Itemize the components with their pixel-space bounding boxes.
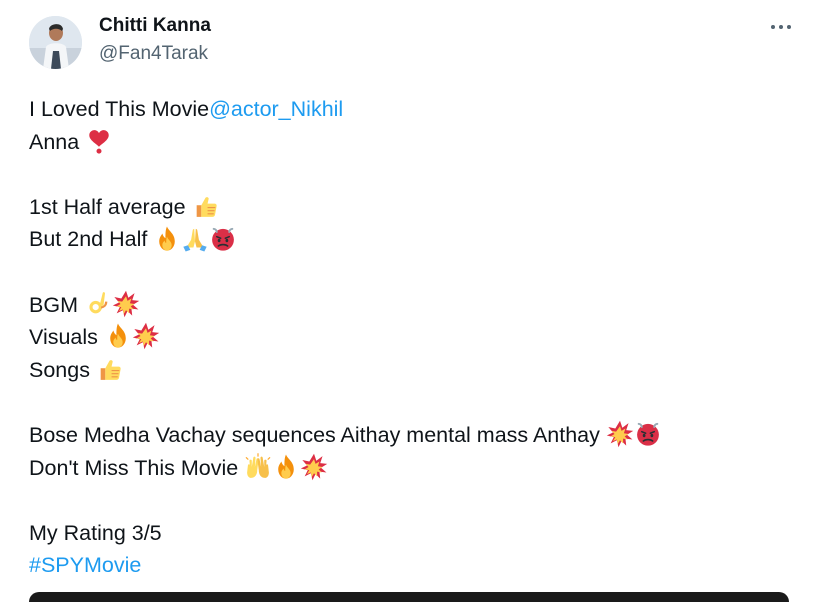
tweet-line: Anna: [29, 126, 789, 159]
tweet-line: Visuals: [29, 321, 789, 354]
text-segment: Anna: [29, 129, 80, 154]
tweet-line: My Rating 3/5: [29, 517, 789, 550]
collision-icon: [606, 420, 634, 448]
thumbs-up-icon: [192, 192, 220, 220]
text-segment: BGM: [29, 292, 78, 317]
tweet-text: I Loved This Movie @actor_Nikhil Anna 1s…: [29, 93, 789, 582]
tweet-line: But 2nd Half: [29, 223, 789, 256]
text-segment: But 2nd Half: [29, 227, 148, 252]
text-segment: Songs: [29, 357, 90, 382]
hashtag-link[interactable]: #SPYMovie: [29, 549, 141, 582]
raising-hands-icon: [244, 453, 272, 481]
fire-icon: [272, 453, 300, 481]
heart-exclamation-icon: [85, 127, 113, 155]
fire-icon: [153, 225, 181, 253]
media-preview[interactable]: [29, 592, 789, 602]
user-handle[interactable]: @Fan4Tarak: [99, 43, 208, 65]
mention-link[interactable]: @actor_Nikhil: [209, 93, 343, 126]
tweet-line: Don't Miss This Movie: [29, 452, 789, 485]
collision-icon: [112, 290, 140, 318]
tweet-line: Songs: [29, 354, 789, 387]
tweet-line: BGM: [29, 289, 789, 322]
tweet-line: 1st Half average: [29, 191, 789, 224]
text-segment: I Loved This Movie: [29, 97, 210, 121]
folded-hands-icon: [181, 225, 209, 253]
fire-icon: [104, 322, 132, 350]
display-name[interactable]: Chitti Kanna: [99, 15, 211, 37]
more-horizontal-icon: [771, 25, 791, 29]
avatar[interactable]: [29, 16, 82, 69]
text-segment: My Rating 3/5: [29, 520, 162, 545]
angry-face-icon: [209, 225, 237, 253]
tweet-header: Chitti Kanna @Fan4Tarak: [0, 0, 814, 80]
tweet-line: Bose Medha Vachay sequences Aithay menta…: [29, 419, 789, 452]
text-segment: Don't Miss This Movie: [29, 455, 239, 480]
collision-icon: [132, 322, 160, 350]
more-button[interactable]: [765, 15, 797, 39]
text-segment: Bose Medha Vachay sequences Aithay menta…: [29, 422, 600, 447]
thumbs-up-icon: [96, 355, 124, 383]
text-segment: 1st Half average: [29, 194, 186, 219]
text-segment: Visuals: [29, 325, 98, 350]
ok-hand-icon: [84, 290, 112, 318]
tweet-line: #SPYMovie: [29, 549, 789, 582]
collision-icon: [300, 453, 328, 481]
tweet-line: I Loved This Movie @actor_Nikhil: [29, 93, 789, 126]
angry-face-icon: [634, 420, 662, 448]
